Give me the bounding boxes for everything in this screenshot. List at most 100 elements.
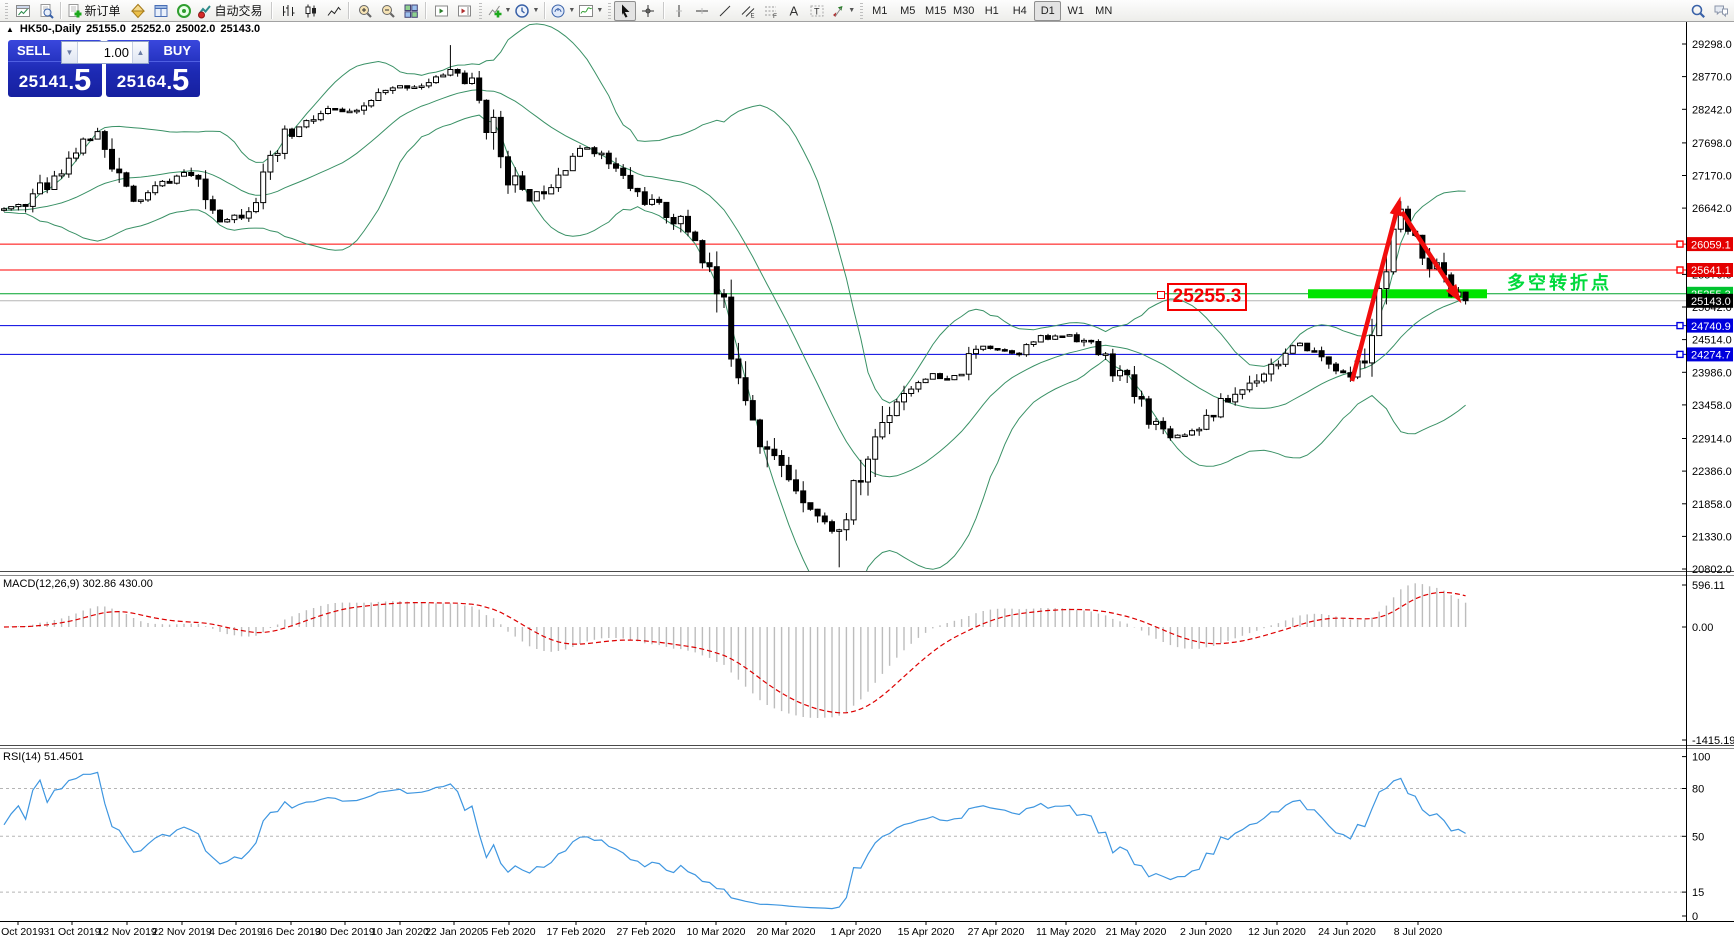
toolbar-vline-button[interactable] <box>668 1 690 21</box>
toolbar-trendline-button[interactable] <box>714 1 736 21</box>
trend-arrow-line[interactable] <box>1402 212 1456 295</box>
toolbar-chart-window-button[interactable] <box>12 1 34 21</box>
toolbar-data-window-button[interactable] <box>150 1 172 21</box>
chevron-down-icon[interactable]: ▼ <box>505 7 512 14</box>
chart-shift-icon <box>457 3 473 19</box>
hline-handle[interactable] <box>1677 267 1683 273</box>
candle <box>1103 352 1108 360</box>
chart-canvas[interactable]: 29298.028770.028242.027698.027170.026642… <box>0 0 1734 938</box>
chevron-down-icon[interactable]: ▼ <box>532 7 539 14</box>
timeframe-button-w1[interactable]: W1 <box>1062 1 1089 21</box>
candle <box>830 520 835 534</box>
candle <box>1089 340 1094 345</box>
toolbar-market-watch-button[interactable] <box>127 1 149 21</box>
candle <box>693 231 698 241</box>
toolbar-chart-forward-button[interactable] <box>431 1 453 21</box>
autotrade-icon <box>197 3 213 19</box>
toolbar-chat-button[interactable] <box>1710 1 1732 21</box>
toolbar-zoom-out-button[interactable] <box>377 1 399 21</box>
volume-decrease-button[interactable]: ▼ <box>62 42 78 63</box>
candle <box>1017 352 1022 357</box>
hline-handle[interactable] <box>1677 323 1683 329</box>
toolbar-arrows-button[interactable]: ▼ <box>829 1 856 21</box>
templates-icon <box>578 3 594 19</box>
svg-text:25641.1: 25641.1 <box>1691 265 1731 277</box>
hline-handle[interactable] <box>1677 351 1683 357</box>
collapse-panel-icon[interactable]: ▲ <box>6 25 14 34</box>
candle <box>1226 395 1231 403</box>
toolbar-search-button[interactable] <box>1687 1 1709 21</box>
candle <box>81 138 86 156</box>
candle <box>390 86 395 94</box>
timeframe-button-m1[interactable]: M1 <box>866 1 893 21</box>
price-annotation-label[interactable]: 25255.3 <box>1167 283 1247 311</box>
toolbar-profiles-button[interactable]: ▼ <box>549 1 576 21</box>
turning-point-annotation[interactable]: 多空转折点 <box>1507 269 1612 295</box>
toolbar-cursor-button[interactable] <box>614 1 636 21</box>
toolbar-print-preview-button[interactable] <box>35 1 57 21</box>
toolbar-hline-button[interactable] <box>691 1 713 21</box>
candle <box>297 127 302 138</box>
timeframe-button-h1[interactable]: H1 <box>978 1 1005 21</box>
candle <box>1175 434 1180 438</box>
chevron-down-icon[interactable]: ▼ <box>568 7 575 14</box>
timeframe-button-m5[interactable]: M5 <box>894 1 921 21</box>
chevron-down-icon[interactable]: ▼ <box>596 7 603 14</box>
toolbar-periods-button[interactable]: ▼ <box>513 1 540 21</box>
candle <box>923 378 928 383</box>
date-axis[interactable]: 1 Oct 201931 Oct 201912 Nov 201922 Nov 2… <box>0 922 1442 938</box>
timeframe-button-h4[interactable]: H4 <box>1006 1 1033 21</box>
toolbar-new-order-button[interactable]: 新订单 <box>66 1 126 21</box>
toolbar-fibonacci-button[interactable]: F <box>760 1 782 21</box>
candle <box>959 374 964 376</box>
candle <box>138 200 143 204</box>
timeframe-button-d1[interactable]: D1 <box>1034 1 1061 21</box>
toolbar-label-button[interactable]: T <box>806 1 828 21</box>
volume-input[interactable] <box>78 42 132 63</box>
date-label: 8 Jul 2020 <box>1394 926 1443 938</box>
candle <box>405 86 410 91</box>
timeframe-button-m15[interactable]: M15 <box>922 1 949 21</box>
toolbar-strategy-signal-button[interactable] <box>173 1 195 21</box>
candle <box>333 108 338 110</box>
candle <box>1096 339 1101 356</box>
toolbar-autotrade-button[interactable]: 自动交易 <box>196 1 268 21</box>
hline-handle[interactable] <box>1677 241 1683 247</box>
toolbar-add-indicator-button[interactable]: ▼ <box>486 1 513 21</box>
toolbar-bar-chart-button[interactable] <box>277 1 299 21</box>
volume-increase-button[interactable]: ▲ <box>132 42 148 63</box>
candle <box>1146 396 1151 429</box>
print-preview-icon <box>38 3 54 19</box>
candle <box>707 253 712 273</box>
candle <box>599 151 604 159</box>
candle <box>174 175 179 185</box>
timeframe-button-mn[interactable]: MN <box>1090 1 1117 21</box>
toolbar-text-button[interactable]: A <box>783 1 805 21</box>
toolbar-templates-button[interactable]: ▼ <box>577 1 604 21</box>
channel-icon: E <box>740 3 756 19</box>
price-annotation-handle[interactable] <box>1157 291 1165 299</box>
timeframe-button-m30[interactable]: M30 <box>950 1 977 21</box>
candle <box>326 106 331 115</box>
chevron-down-icon[interactable]: ▼ <box>848 7 855 14</box>
toolbar-channel-button[interactable]: E <box>737 1 759 21</box>
candle <box>1269 359 1274 382</box>
toolbar-chart-shift-button[interactable] <box>454 1 476 21</box>
symbol-period-label: HK50-,Daily <box>20 23 81 35</box>
date-label: 27 Feb 2020 <box>617 926 676 938</box>
candle <box>1168 426 1173 441</box>
candle <box>498 111 503 168</box>
toolbar-candlestick-button[interactable] <box>300 1 322 21</box>
toolbar-line-chart-button[interactable] <box>323 1 345 21</box>
candle <box>448 45 453 76</box>
candle <box>1074 332 1079 342</box>
candle <box>873 429 878 477</box>
toolbar-tile-windows-button[interactable] <box>400 1 422 21</box>
candle <box>311 115 316 124</box>
candle <box>131 185 136 202</box>
toolbar-crosshair-button[interactable] <box>637 1 659 21</box>
candle <box>1060 336 1065 338</box>
candle <box>470 73 475 85</box>
toolbar-zoom-in-button[interactable] <box>354 1 376 21</box>
candle <box>678 215 683 232</box>
